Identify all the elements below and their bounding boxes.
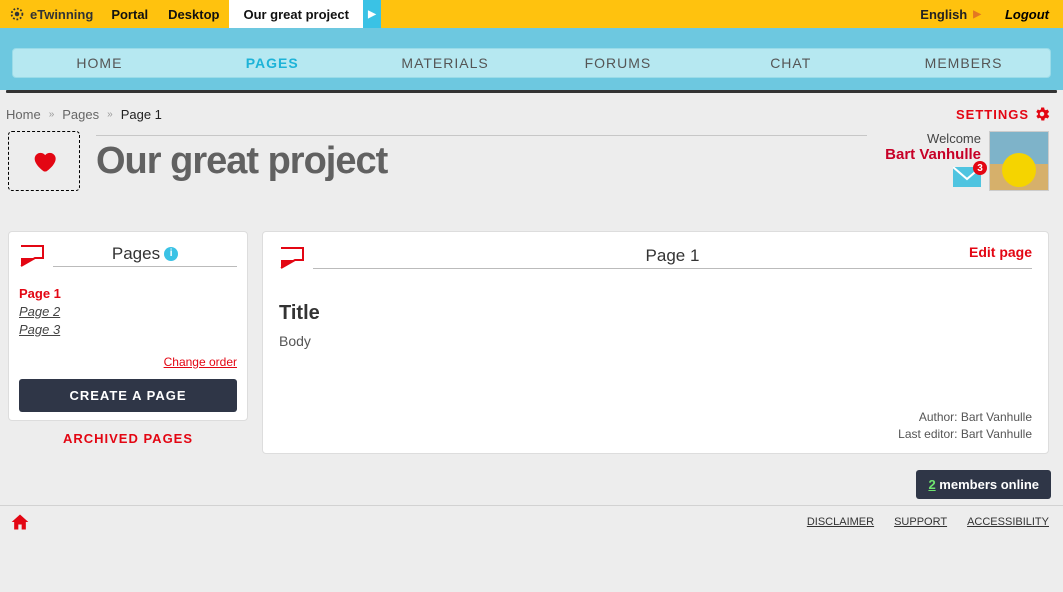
chevron-right-icon: ▶ <box>973 9 981 20</box>
archived-pages-link[interactable]: ARCHIVED PAGES <box>8 431 248 446</box>
pages-sidebar: Pages i Page 1 Page 2 Page 3 Change orde… <box>8 231 248 454</box>
nav-forums[interactable]: FORUMS <box>531 55 704 71</box>
main-nav: HOME PAGES MATERIALS FORUMS CHAT MEMBERS <box>12 48 1051 78</box>
settings-label: SETTINGS <box>956 107 1029 122</box>
mail-count-badge: 3 <box>973 161 987 175</box>
footer: DISCLAIMER SUPPORT ACCESSIBILITY <box>0 505 1063 546</box>
nav-home[interactable]: HOME <box>13 55 186 71</box>
footer-disclaimer[interactable]: DISCLAIMER <box>807 516 874 528</box>
language-selector[interactable]: English ▶ <box>910 0 991 28</box>
page-link-2[interactable]: Page 2 <box>19 304 237 319</box>
page-body-label: Body <box>279 333 1032 349</box>
home-icon[interactable] <box>10 512 30 532</box>
nav-desktop[interactable]: Desktop <box>158 0 229 28</box>
page-link-3[interactable]: Page 3 <box>19 322 237 337</box>
mail-button[interactable]: 3 <box>953 167 981 190</box>
sidebar-title: Pages <box>112 244 160 264</box>
members-text: members online <box>939 477 1039 492</box>
author-line: Author: Bart Vanhulle <box>279 409 1032 426</box>
heart-icon <box>30 147 58 175</box>
footer-support[interactable]: SUPPORT <box>894 516 947 528</box>
logout-link[interactable]: Logout <box>991 0 1063 28</box>
page-link-1[interactable]: Page 1 <box>19 286 237 301</box>
nav-chat[interactable]: CHAT <box>704 55 877 71</box>
user-box: Welcome Bart Vanhulle 3 <box>885 131 1049 191</box>
chevron-icon: » <box>107 109 113 120</box>
nav-members[interactable]: MEMBERS <box>877 55 1050 71</box>
top-bar: eTwinning Portal Desktop Our great proje… <box>0 0 1063 28</box>
footer-accessibility[interactable]: ACCESSIBILITY <box>967 516 1049 528</box>
crumb-pages[interactable]: Pages <box>62 107 99 122</box>
project-icon-placeholder[interactable] <box>8 131 80 191</box>
page-content: Edit page Page 1 Title Body Author: Bart… <box>262 231 1049 454</box>
page-list: Page 1 Page 2 Page 3 <box>19 286 237 337</box>
crumb-current: Page 1 <box>121 107 162 122</box>
nav-pages[interactable]: PAGES <box>186 55 359 71</box>
create-page-button[interactable]: CREATE A PAGE <box>19 379 237 412</box>
settings-link[interactable]: SETTINGS <box>956 105 1051 123</box>
members-count: 2 <box>928 477 935 492</box>
page-heading: Page 1 <box>313 246 1032 269</box>
edit-page-link[interactable]: Edit page <box>969 244 1032 260</box>
main-nav-wrap: HOME PAGES MATERIALS FORUMS CHAT MEMBERS <box>0 28 1063 90</box>
flag-icon <box>279 244 305 270</box>
nav-project-tab[interactable]: Our great project <box>229 0 362 28</box>
nav-materials[interactable]: MATERIALS <box>359 55 532 71</box>
project-title: Our great project <box>96 140 867 183</box>
members-online-pill[interactable]: 2 members online <box>916 470 1051 499</box>
nav-portal[interactable]: Portal <box>101 0 158 28</box>
flag-icon <box>19 242 45 268</box>
project-dropdown-arrow-icon[interactable]: ▶ <box>363 0 381 28</box>
welcome-label: Welcome <box>927 131 981 146</box>
breadcrumb: Home » Pages » Page 1 <box>6 107 162 122</box>
page-title-label: Title <box>279 302 1032 325</box>
brand-text: eTwinning <box>30 7 93 22</box>
user-name[interactable]: Bart Vanhulle <box>885 146 981 163</box>
info-icon[interactable]: i <box>164 247 178 261</box>
gear-icon <box>1033 105 1051 123</box>
avatar[interactable] <box>989 131 1049 191</box>
change-order-link[interactable]: Change order <box>164 355 237 369</box>
language-label: English <box>920 7 967 22</box>
editor-line: Last editor: Bart Vanhulle <box>279 426 1032 443</box>
chevron-icon: » <box>49 109 55 120</box>
brand-logo: eTwinning <box>0 0 101 28</box>
crumb-home[interactable]: Home <box>6 107 41 122</box>
